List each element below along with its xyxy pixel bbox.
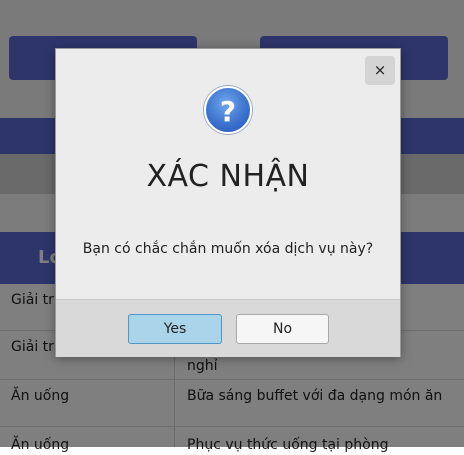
confirm-dialog: × ? XÁC NHẬN Bạn có chắc chắn muốn xóa d… [55,48,401,357]
question-icon: ? [204,86,252,134]
dialog-message: Bạn có chắc chắn muốn xóa dịch vụ này? [82,241,374,257]
dialog-title: XÁC NHẬN [146,159,310,194]
dialog-button-bar: Yes No [56,299,400,357]
no-button[interactable]: No [236,314,329,344]
yes-button[interactable]: Yes [128,314,222,344]
close-button[interactable]: × [365,56,395,85]
close-icon: × [373,61,387,79]
